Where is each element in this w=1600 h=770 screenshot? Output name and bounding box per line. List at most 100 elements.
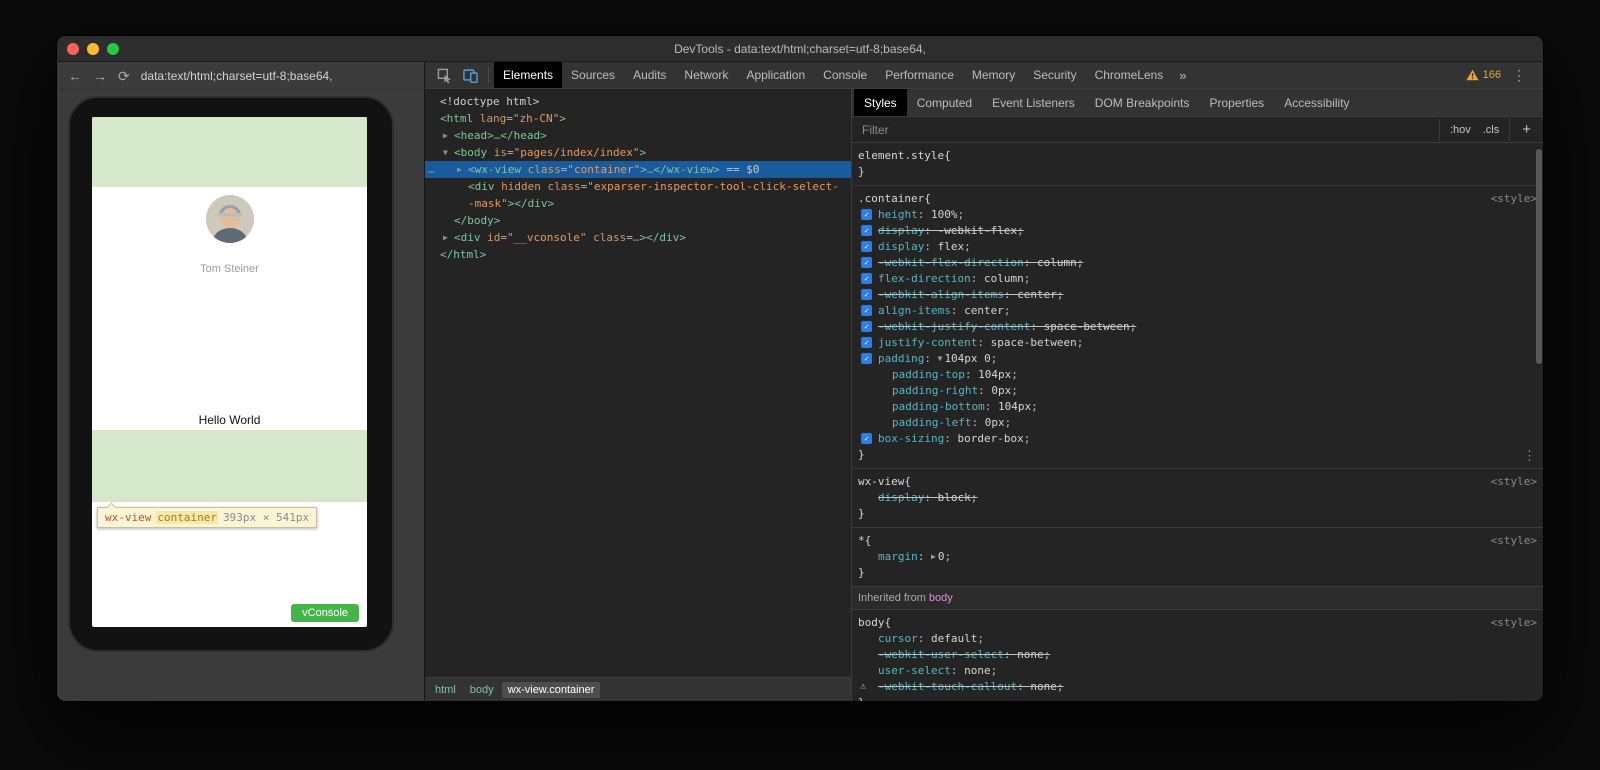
css-declaration[interactable]: display: block; xyxy=(858,490,1537,506)
css-declaration[interactable]: ✓-webkit-justify-content: space-between; xyxy=(858,319,1537,335)
sidebar-tab-properties[interactable]: Properties xyxy=(1199,89,1274,116)
pseudo-state-toggle[interactable]: :hov xyxy=(1450,124,1471,136)
shorthand-expand-icon[interactable]: ▼ xyxy=(938,354,943,363)
inherited-node-link[interactable]: body xyxy=(929,592,953,604)
more-tabs-chevron-icon[interactable]: » xyxy=(1172,68,1193,83)
css-declaration[interactable]: ✓display: -webkit-flex; xyxy=(858,223,1537,239)
property-name[interactable]: -webkit-user-select xyxy=(878,648,1004,661)
property-name[interactable]: -webkit-touch-callout xyxy=(878,680,1017,693)
close-button[interactable] xyxy=(67,43,79,55)
tab-network[interactable]: Network xyxy=(675,62,737,88)
dom-node[interactable]: </body> xyxy=(425,212,851,229)
reload-icon[interactable]: ⟳ xyxy=(118,69,130,83)
zoom-button[interactable] xyxy=(107,43,119,55)
dom-node[interactable]: <html lang="zh-CN"> xyxy=(425,110,851,127)
declaration-checkbox[interactable]: ✓ xyxy=(861,289,872,300)
crumb-wx-view-container[interactable]: wx-view.container xyxy=(502,682,601,698)
property-name[interactable]: height xyxy=(878,208,918,221)
tab-application[interactable]: Application xyxy=(737,62,814,88)
css-declaration[interactable]: user-select: none; xyxy=(858,663,1537,679)
property-value[interactable]: none xyxy=(1030,680,1057,693)
declaration-checkbox[interactable]: ✓ xyxy=(861,305,872,316)
css-selector[interactable]: wx-view xyxy=(858,474,904,490)
tab-memory[interactable]: Memory xyxy=(963,62,1024,88)
expand-arrow-icon[interactable]: ▶ xyxy=(443,127,454,144)
sidebar-tab-computed[interactable]: Computed xyxy=(907,89,982,116)
dom-node[interactable]: ▶<div id="__vconsole" class=…></div> xyxy=(425,229,851,246)
styles-filter-input[interactable] xyxy=(860,122,1439,138)
property-value[interactable]: 0px xyxy=(985,416,1005,429)
css-declaration[interactable]: padding-bottom: 104px; xyxy=(858,399,1537,415)
tab-elements[interactable]: Elements xyxy=(494,62,562,88)
property-name[interactable]: display xyxy=(878,240,924,253)
tab-chromelens[interactable]: ChromeLens xyxy=(1086,62,1173,88)
device-screen[interactable]: Tom Steiner Hello World wx-viewcontainer… xyxy=(92,117,367,627)
declaration-checkbox[interactable]: ✓ xyxy=(861,337,872,348)
declaration-checkbox[interactable]: ✓ xyxy=(861,353,872,364)
property-name[interactable]: padding-right xyxy=(892,384,978,397)
property-value[interactable]: -webkit-flex xyxy=(938,224,1017,237)
property-value[interactable]: center xyxy=(1017,288,1057,301)
property-name[interactable]: -webkit-flex-direction xyxy=(878,256,1024,269)
property-name[interactable]: align-items xyxy=(878,304,951,317)
css-declaration[interactable]: ⚠-webkit-touch-callout: none; xyxy=(858,679,1537,695)
css-declaration[interactable]: margin: ▶0; xyxy=(858,549,1537,565)
style-source-link[interactable]: <style> xyxy=(1491,533,1537,549)
property-value[interactable]: column xyxy=(984,272,1024,285)
declaration-checkbox[interactable]: ✓ xyxy=(861,321,872,332)
css-declaration[interactable]: padding-top: 104px; xyxy=(858,367,1537,383)
tab-security[interactable]: Security xyxy=(1024,62,1085,88)
css-declaration[interactable]: ✓justify-content: space-between; xyxy=(858,335,1537,351)
property-value[interactable]: space-between xyxy=(1044,320,1130,333)
property-name[interactable]: display xyxy=(878,224,924,237)
css-declaration[interactable]: ✓-webkit-align-items: center; xyxy=(858,287,1537,303)
sidebar-tab-accessibility[interactable]: Accessibility xyxy=(1274,89,1359,116)
scrollbar-thumb[interactable] xyxy=(1536,149,1542,364)
device-toolbar-icon[interactable] xyxy=(457,65,483,85)
property-name[interactable]: -webkit-justify-content xyxy=(878,320,1030,333)
window-titlebar[interactable]: DevTools - data:text/html;charset=utf-8;… xyxy=(57,36,1543,62)
declaration-checkbox[interactable]: ✓ xyxy=(861,209,872,220)
property-value[interactable]: 104px 0 xyxy=(944,352,990,365)
back-icon[interactable]: ← xyxy=(68,69,82,83)
style-source-link[interactable]: <style> xyxy=(1491,474,1537,490)
property-name[interactable]: display xyxy=(878,491,924,504)
crumb-body[interactable]: body xyxy=(464,682,500,698)
property-value[interactable]: border-box xyxy=(957,432,1023,445)
declaration-checkbox[interactable]: ✓ xyxy=(861,241,872,252)
dom-node[interactable]: ▼<body is="pages/index/index"> xyxy=(425,144,851,161)
property-name[interactable]: user-select xyxy=(878,664,951,677)
property-name[interactable]: padding-bottom xyxy=(892,400,985,413)
css-declaration[interactable]: ✓height: 100%; xyxy=(858,207,1537,223)
dom-node[interactable]: </html> xyxy=(425,246,851,263)
declaration-checkbox[interactable]: ✓ xyxy=(861,433,872,444)
css-selector[interactable]: element.style xyxy=(858,148,944,164)
css-selector[interactable]: body xyxy=(858,615,885,631)
address-url[interactable]: data:text/html;charset=utf-8;base64, xyxy=(141,69,333,83)
css-declaration[interactable]: -webkit-user-select: none; xyxy=(858,647,1537,663)
property-value[interactable]: flex xyxy=(938,240,965,253)
property-name[interactable]: cursor xyxy=(878,632,918,645)
property-name[interactable]: box-sizing xyxy=(878,432,944,445)
expand-arrow-icon[interactable]: ▼ xyxy=(443,144,454,161)
console-warning-badge[interactable]: 166 xyxy=(1466,69,1501,81)
dom-node[interactable]: ▶<head>…</head> xyxy=(425,127,851,144)
css-declaration[interactable]: ✓align-items: center; xyxy=(858,303,1537,319)
css-declaration[interactable]: cursor: default; xyxy=(858,631,1537,647)
sidebar-tab-dom-breakpoints[interactable]: DOM Breakpoints xyxy=(1085,89,1200,116)
inspect-element-icon[interactable] xyxy=(431,65,457,85)
property-value[interactable]: 100% xyxy=(931,208,958,221)
property-value[interactable]: 104px xyxy=(998,400,1031,413)
css-declaration[interactable]: ✓flex-direction: column; xyxy=(858,271,1537,287)
expand-arrow-icon[interactable]: ▶ xyxy=(457,161,468,178)
property-value[interactable]: space-between xyxy=(991,336,1077,349)
property-name[interactable]: margin xyxy=(878,550,918,563)
dom-node[interactable]: …▶<wx-view class="container">…</wx-view>… xyxy=(425,161,851,178)
property-value[interactable]: block xyxy=(938,491,971,504)
css-declaration[interactable]: padding-left: 0px; xyxy=(858,415,1537,431)
property-value[interactable]: 104px xyxy=(978,368,1011,381)
property-name[interactable]: padding xyxy=(878,352,924,365)
property-name[interactable]: -webkit-align-items xyxy=(878,288,1004,301)
property-value[interactable]: center xyxy=(964,304,1004,317)
sidebar-tab-event-listeners[interactable]: Event Listeners xyxy=(982,89,1085,116)
